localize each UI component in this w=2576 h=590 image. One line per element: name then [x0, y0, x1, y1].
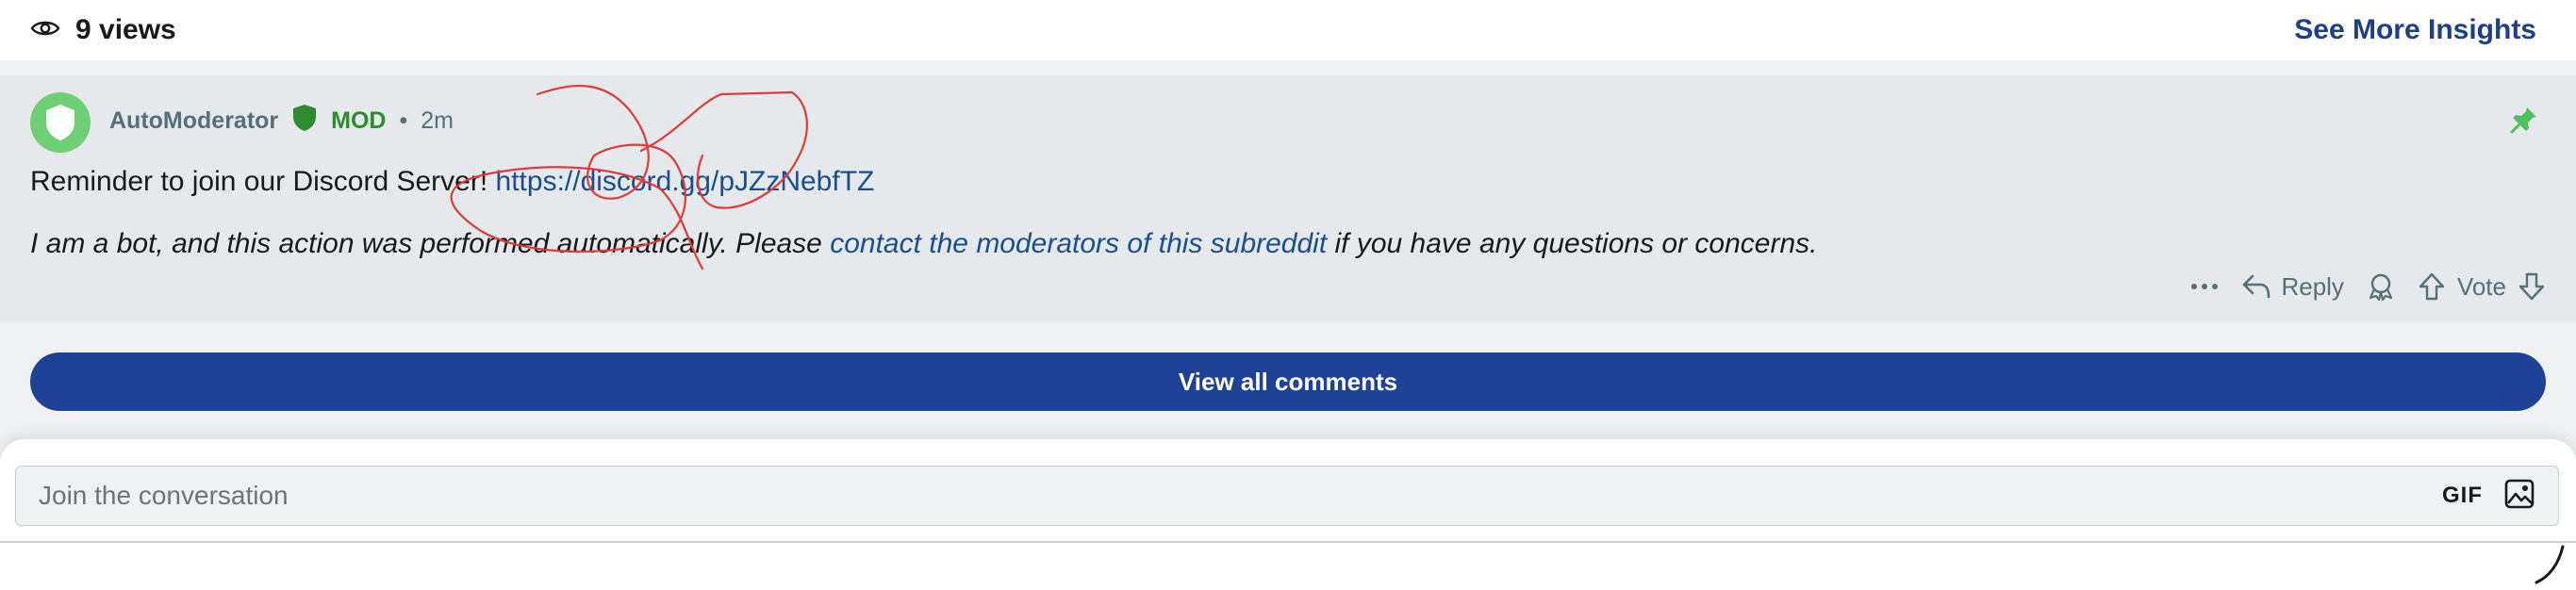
ellipsis-icon: [2191, 284, 2219, 289]
mod-shield-icon: [291, 104, 318, 139]
bot-notice-text: I am a bot, and this action was performe…: [30, 228, 822, 259]
upvote-arrow-icon: [2419, 272, 2445, 301]
see-more-insights-link[interactable]: See More Insights: [2294, 14, 2536, 46]
divider: [0, 541, 2576, 543]
award-icon: [2369, 273, 2393, 301]
comment-body-line2: I am a bot, and this action was performe…: [30, 228, 1817, 260]
bot-notice-suffix: if you have any questions or concerns.: [1334, 228, 1818, 259]
meta-separator: •: [399, 107, 408, 134]
views-counter: 9 views: [30, 14, 176, 46]
mod-badge: MOD: [331, 107, 387, 134]
author-name[interactable]: AutoModerator: [109, 107, 278, 135]
views-bar: 9 views See More Insights: [0, 0, 2576, 60]
shield-icon: [46, 105, 74, 140]
reply-label: Reply: [2281, 271, 2344, 301]
vote-group: Vote: [2418, 271, 2546, 302]
join-conversation-input[interactable]: Join the conversation GIF: [15, 466, 2559, 526]
comment-meta: AutoModerator MOD • 2m: [109, 104, 454, 139]
downvote-button[interactable]: [2518, 271, 2546, 302]
view-all-comments-button[interactable]: View all comments: [30, 352, 2546, 411]
pin-icon: [2510, 106, 2538, 139]
discord-invite-link[interactable]: https://discord.gg/pJZzNebfTZ: [496, 166, 875, 197]
reply-icon: [2243, 274, 2271, 299]
vote-label: Vote: [2456, 271, 2506, 301]
eye-icon: [30, 18, 60, 43]
award-button[interactable]: [2367, 272, 2395, 301]
comment-actions: Reply Vote: [2190, 271, 2546, 302]
upvote-button[interactable]: [2418, 271, 2446, 302]
views-count: 9 views: [75, 14, 176, 45]
reply-button[interactable]: Reply: [2241, 271, 2344, 302]
avatar[interactable]: [30, 92, 91, 153]
more-options-button[interactable]: [2190, 283, 2219, 290]
gif-button[interactable]: GIF: [2442, 483, 2483, 509]
composer-placeholder: Join the conversation: [39, 481, 289, 510]
contact-moderators-link[interactable]: contact the moderators of this subreddit: [830, 228, 1327, 259]
comment-body-line1: Reminder to join our Discord Server! htt…: [30, 166, 874, 198]
comment-timestamp: 2m: [421, 107, 454, 134]
downvote-arrow-icon: [2518, 272, 2545, 301]
image-icon[interactable]: [2503, 478, 2535, 515]
automoderator-comment: AutoModerator MOD • 2m Reminder to join …: [0, 75, 2576, 322]
comment-text: Reminder to join our Discord Server!: [30, 166, 488, 197]
comment-composer-sheet: Join the conversation GIF: [0, 439, 2576, 590]
